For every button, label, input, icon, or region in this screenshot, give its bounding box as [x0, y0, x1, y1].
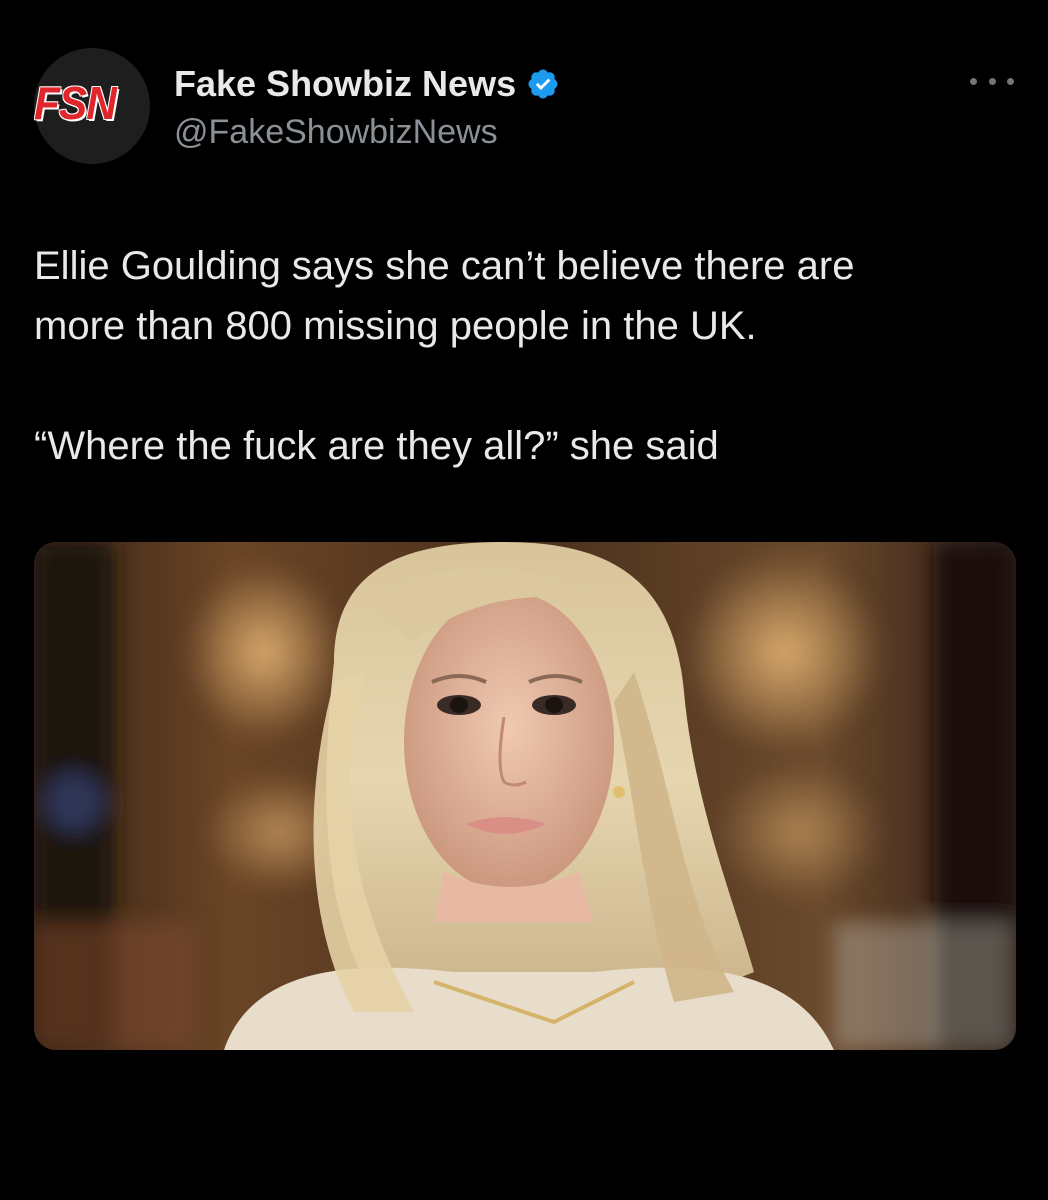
avatar[interactable]: FSN — [34, 48, 150, 164]
fsn-logo: FSN — [34, 77, 117, 129]
tweet-photo[interactable] — [34, 542, 1016, 1050]
tweet-card: FSN Fake Showbiz News @FakeShowbizNews E… — [0, 0, 1048, 1200]
more-options-icon[interactable] — [970, 66, 1014, 96]
dot — [970, 77, 977, 85]
tweet-text: Ellie Goulding says she can’t believe th… — [34, 236, 1014, 476]
tweet-text-line: more than 800 missing people in the UK. — [34, 304, 757, 348]
verified-badge-icon — [526, 67, 560, 101]
handle[interactable]: @FakeShowbizNews — [174, 112, 560, 152]
name-row: Fake Showbiz News — [174, 62, 560, 106]
author-info: Fake Showbiz News @FakeShowbizNews — [174, 62, 560, 152]
photo-portrait — [34, 542, 1016, 1050]
dot — [1007, 77, 1014, 85]
tweet-quote: “Where the fuck are they all?” she said — [34, 424, 719, 468]
display-name[interactable]: Fake Showbiz News — [174, 62, 516, 106]
tweet-text-line: Ellie Goulding says she can’t believe th… — [34, 244, 855, 288]
dot — [988, 77, 996, 85]
